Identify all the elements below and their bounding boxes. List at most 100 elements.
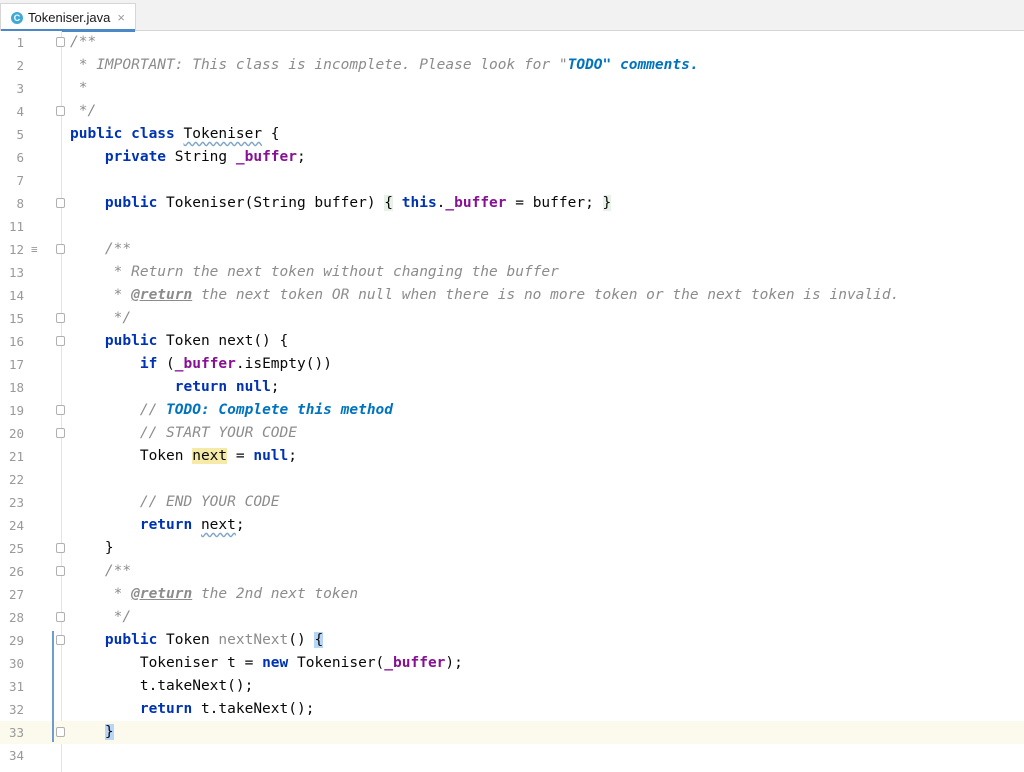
- code-text: /**: [70, 560, 131, 583]
- code-line[interactable]: 34: [0, 744, 1024, 767]
- code-line[interactable]: 8 public Tokeniser(String buffer) { this…: [0, 192, 1024, 215]
- code-line[interactable]: 17 if (_buffer.isEmpty()): [0, 353, 1024, 376]
- code-token: (: [166, 356, 175, 372]
- code-line[interactable]: 27 * @return the 2nd next token: [0, 583, 1024, 606]
- line-number: 18: [8, 380, 24, 395]
- code-token: /**: [70, 34, 97, 50]
- code-token: t.takeNext();: [70, 678, 254, 694]
- code-line[interactable]: 30 Tokeniser t = new Tokeniser(_buffer);: [0, 652, 1024, 675]
- code-line[interactable]: 28 */: [0, 606, 1024, 629]
- code-line[interactable]: 20 // START YOUR CODE: [0, 422, 1024, 445]
- line-number: 5: [16, 127, 24, 142]
- code-text: */: [70, 606, 131, 629]
- fold-marker-icon[interactable]: [56, 727, 65, 737]
- code-line[interactable]: 11: [0, 215, 1024, 238]
- code-text: return null;: [70, 376, 280, 399]
- code-text: * IMPORTANT: This class is incomplete. P…: [70, 54, 699, 77]
- code-line[interactable]: 22: [0, 468, 1024, 491]
- line-number: 16: [8, 334, 24, 349]
- line-number: 23: [8, 495, 24, 510]
- line-number: 31: [8, 679, 24, 694]
- code-text: * Return the next token without changing…: [70, 261, 559, 284]
- code-token: ;: [270, 379, 280, 395]
- code-line[interactable]: 1 /**: [0, 31, 1024, 54]
- vcs-change-marker[interactable]: [52, 631, 54, 742]
- java-class-icon: C: [11, 11, 23, 24]
- code-token: ;: [296, 149, 306, 165]
- code-line[interactable]: 4 */: [0, 100, 1024, 123]
- fold-marker-icon[interactable]: [56, 428, 65, 438]
- fold-marker-icon[interactable]: [56, 336, 65, 346]
- fold-marker-icon[interactable]: [56, 566, 65, 576]
- code-line[interactable]: 32 return t.takeNext();: [0, 698, 1024, 721]
- fold-marker-icon[interactable]: [56, 244, 65, 254]
- code-line[interactable]: 18 return null;: [0, 376, 1024, 399]
- code-token: * IMPORTANT: This class is incomplete. P…: [70, 57, 568, 73]
- code-token: the next token OR null when there is no …: [192, 287, 900, 303]
- code-line[interactable]: 15 */: [0, 307, 1024, 330]
- code-line[interactable]: 25 }: [0, 537, 1024, 560]
- code-line[interactable]: 6 private String _buffer;: [0, 146, 1024, 169]
- code-text: *: [70, 77, 88, 100]
- line-number: 15: [8, 311, 24, 326]
- code-line[interactable]: 12 ≡ /**: [0, 238, 1024, 261]
- code-token: Tokeniser(: [296, 655, 385, 671]
- code-text: public Token next() {: [70, 330, 288, 353]
- line-number: 12: [8, 242, 24, 257]
- code-line[interactable]: 14 * @return the next token OR null when…: [0, 284, 1024, 307]
- tab-tokeniser-java[interactable]: C Tokeniser.java ×: [0, 3, 136, 32]
- code-line[interactable]: 29 public Token nextNext() {: [0, 629, 1024, 652]
- close-icon[interactable]: ×: [117, 10, 125, 25]
- code-line[interactable]: 23 // END YOUR CODE: [0, 491, 1024, 514]
- fold-marker-icon[interactable]: [56, 313, 65, 323]
- code-token: if: [139, 356, 167, 372]
- code-line[interactable]: 33 }: [0, 721, 1024, 744]
- fold-marker-icon[interactable]: [56, 106, 65, 116]
- code-editor[interactable]: 1 /** 2 * IMPORTANT: This class is incompl…: [0, 31, 1024, 772]
- fold-marker-icon[interactable]: [56, 405, 65, 415]
- code-token: this: [401, 195, 437, 211]
- code-token: return null: [174, 379, 271, 395]
- code-line[interactable]: 21 Token next = null;: [0, 445, 1024, 468]
- code-line[interactable]: 2 * IMPORTANT: This class is incomplete.…: [0, 54, 1024, 77]
- code-line[interactable]: 5 public class Tokeniser {: [0, 123, 1024, 146]
- line-number: 2: [16, 58, 24, 73]
- code-line[interactable]: 7: [0, 169, 1024, 192]
- code-line[interactable]: 24 return next;: [0, 514, 1024, 537]
- code-text: if (_buffer.isEmpty()): [70, 353, 332, 376]
- code-text: * @return the next token OR null when th…: [70, 284, 900, 307]
- code-token: public class: [70, 126, 184, 142]
- doc-render-icon[interactable]: ≡: [31, 238, 38, 261]
- code-line[interactable]: 3 *: [0, 77, 1024, 100]
- code-text: private String _buffer;: [70, 146, 306, 169]
- code-token: {: [314, 632, 324, 648]
- code-token: " comments.: [602, 57, 699, 73]
- code-line[interactable]: 31 t.takeNext();: [0, 675, 1024, 698]
- fold-marker-icon[interactable]: [56, 543, 65, 553]
- fold-marker-icon[interactable]: [56, 198, 65, 208]
- code-text: }: [70, 537, 114, 560]
- line-number: 27: [8, 587, 24, 602]
- code-token: Token: [166, 632, 219, 648]
- code-token: * Return the next token without changing…: [70, 264, 559, 280]
- code-token: /**: [104, 563, 132, 579]
- code-token: }: [602, 195, 612, 211]
- fold-marker-icon[interactable]: [56, 37, 65, 47]
- code-line[interactable]: 19 // TODO: Complete this method: [0, 399, 1024, 422]
- code-token: */: [70, 103, 97, 119]
- fold-marker-icon[interactable]: [56, 635, 65, 645]
- code-text: */: [70, 307, 131, 330]
- code-line[interactable]: 26 /**: [0, 560, 1024, 583]
- code-line[interactable]: 16 public Token next() {: [0, 330, 1024, 353]
- fold-marker-icon[interactable]: [56, 612, 65, 622]
- code-line[interactable]: 13 * Return the next token without chang…: [0, 261, 1024, 284]
- code-token: ;: [235, 517, 245, 533]
- code-token: TODO: [567, 57, 603, 73]
